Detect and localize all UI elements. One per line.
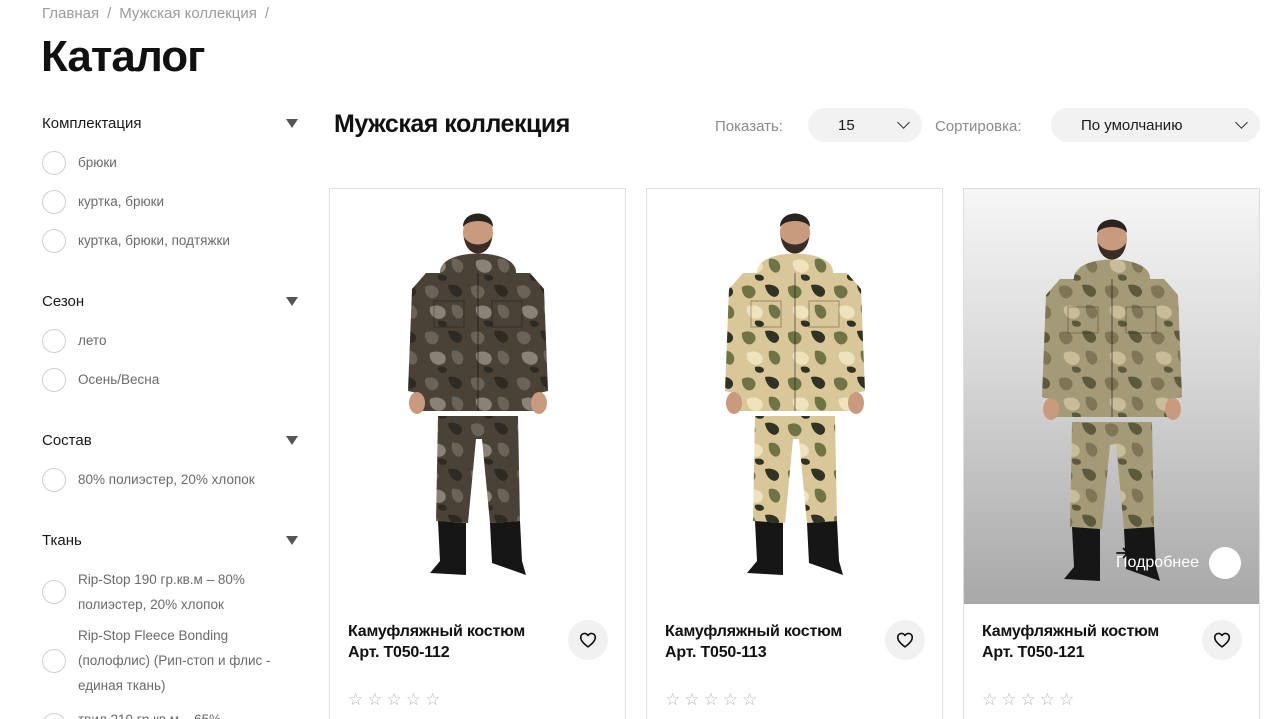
product-image[interactable]: Подробнее (964, 189, 1259, 604)
filter-option-label: брюки (78, 155, 117, 170)
rating-star-icon[interactable]: ☆ (387, 690, 402, 710)
rating-star-icon[interactable]: ☆ (1059, 690, 1074, 710)
chevron-down-icon (897, 116, 910, 129)
heart-icon (579, 632, 597, 648)
favorite-button[interactable] (885, 620, 925, 660)
rating-star-icon[interactable]: ☆ (1040, 690, 1055, 710)
radio-button[interactable] (42, 713, 66, 719)
rating-star-icon[interactable]: ☆ (348, 690, 363, 710)
filter-title: Ткань (42, 531, 82, 549)
caret-down-icon (286, 118, 298, 128)
heart-icon (1213, 632, 1231, 648)
sort-select[interactable]: По умолчанию (1051, 108, 1260, 142)
filter-option[interactable]: Осень/Весна (42, 367, 159, 392)
sort-value: По умолчанию (1081, 116, 1183, 134)
filter-option-label: куртка, брюки, подтяжки (78, 233, 230, 248)
filter-option-label: Rip-Stop 190 гр.кв.м – 80% полиэстер, 20… (78, 572, 245, 612)
rating-stars: ☆ ☆ ☆ ☆ ☆ (665, 690, 757, 710)
breadcrumb-home-link[interactable]: Главная (42, 5, 99, 22)
filter-option-label: твил 210 гр.кв.м – 65% (78, 707, 257, 719)
product-name[interactable]: Камуфляжный костюм Арт. Т050-121 (982, 621, 1192, 663)
radio-button[interactable] (42, 328, 66, 353)
breadcrumb-section-link[interactable]: Мужская коллекция (119, 5, 257, 22)
rating-stars: ☆ ☆ ☆ ☆ ☆ (982, 690, 1074, 710)
radio-button[interactable] (42, 189, 66, 214)
caret-down-icon (286, 435, 298, 445)
breadcrumb-separator: / (107, 5, 112, 22)
radio-button[interactable] (42, 648, 66, 673)
rating-star-icon[interactable]: ☆ (1021, 690, 1036, 710)
radio-button[interactable] (42, 580, 66, 604)
product-card[interactable]: Камуфляжный костюм Арт. Т050-112 ☆ ☆ ☆ ☆ ☆ (329, 188, 626, 719)
rating-star-icon[interactable]: ☆ (367, 690, 382, 710)
filter-option[interactable]: твил 210 гр.кв.м – 65% (42, 707, 257, 719)
rating-star-icon[interactable]: ☆ (982, 690, 997, 710)
breadcrumb: Главная / Мужская коллекция / (42, 5, 269, 22)
filter-option[interactable]: Rip-Stop Fleece Bonding (полофлис) (Рип-… (42, 623, 272, 698)
product-image[interactable] (647, 189, 942, 604)
rating-star-icon[interactable]: ☆ (1001, 690, 1016, 710)
radio-button[interactable] (42, 367, 66, 392)
filter-option-label: Rip-Stop Fleece Bonding (полофлис) (Рип-… (78, 628, 271, 693)
rating-star-icon[interactable]: ☆ (684, 690, 699, 710)
filter-group-fabric: Ткань Rip-Stop 190 гр.кв.м – 80% полиэст… (42, 525, 302, 719)
rating-star-icon[interactable]: ☆ (742, 690, 757, 710)
product-name[interactable]: Камуфляжный костюм Арт. Т050-113 (665, 621, 875, 663)
heart-icon (896, 632, 914, 648)
filter-option[interactable]: куртка, брюки (42, 189, 164, 214)
filter-header-composition[interactable]: Состав (42, 425, 302, 455)
show-count-select[interactable]: 15 (808, 108, 922, 142)
filter-option-label: 80% полиэстер, 20% хлопок (78, 472, 255, 487)
sort-label: Сортировка: (935, 118, 1022, 135)
filter-group-composition: Состав 80% полиэстер, 20% хлопок (42, 425, 302, 492)
chevron-down-icon (1235, 116, 1248, 129)
show-count-value: 15 (838, 116, 855, 134)
filter-option-label: лето (78, 333, 107, 348)
filter-header-fabric[interactable]: Ткань (42, 525, 302, 555)
rating-star-icon[interactable]: ☆ (406, 690, 421, 710)
caret-down-icon (286, 296, 298, 306)
rating-star-icon[interactable]: ☆ (723, 690, 738, 710)
filter-group-season: Сезон лето Осень/Весна (42, 286, 302, 392)
filter-header-season[interactable]: Сезон (42, 286, 302, 316)
favorite-button[interactable] (1202, 620, 1242, 660)
filter-title: Комплектация (42, 114, 142, 132)
radio-button[interactable] (42, 228, 66, 253)
filter-title: Состав (42, 431, 92, 449)
filter-group-kit: Комплектация брюки куртка, брюки куртка,… (42, 108, 302, 253)
filter-option[interactable]: брюки (42, 150, 117, 175)
product-photo (725, 213, 865, 575)
radio-button[interactable] (42, 467, 66, 492)
breadcrumb-separator: / (264, 5, 270, 22)
filter-option-label: куртка, брюки (78, 194, 165, 209)
rating-star-icon[interactable]: ☆ (425, 690, 440, 710)
details-link[interactable]: Подробнее (1116, 547, 1241, 579)
product-image[interactable] (330, 189, 625, 604)
filter-option[interactable]: куртка, брюки, подтяжки (42, 228, 230, 253)
filter-header-kit[interactable]: Комплектация (42, 108, 302, 138)
product-card[interactable]: Камуфляжный костюм Арт. Т050-113 ☆ ☆ ☆ ☆ ☆ (646, 188, 943, 719)
page-title: Каталог (41, 32, 205, 81)
product-photo (1042, 219, 1182, 581)
product-name[interactable]: Камуфляжный костюм Арт. Т050-112 (348, 621, 558, 663)
filter-title: Сезон (42, 292, 85, 310)
filter-option[interactable]: Rip-Stop 190 гр.кв.м – 80% полиэстер, 20… (42, 567, 257, 617)
product-card[interactable]: Подробнее Камуфляжный костюм Арт. Т050-1… (963, 188, 1260, 719)
favorite-button[interactable] (568, 620, 608, 660)
rating-stars: ☆ ☆ ☆ ☆ ☆ (348, 690, 440, 710)
radio-button[interactable] (42, 150, 66, 175)
filter-option[interactable]: 80% полиэстер, 20% хлопок (42, 467, 255, 492)
filter-option[interactable]: лето (42, 328, 106, 353)
show-count-label: Показать: (715, 118, 783, 135)
arrow-right-icon[interactable] (1116, 547, 1241, 579)
collection-title: Мужская коллекция (334, 110, 570, 138)
filter-option-label: Осень/Весна (78, 372, 160, 387)
rating-star-icon[interactable]: ☆ (665, 690, 680, 710)
product-photo (408, 213, 548, 575)
caret-down-icon (286, 535, 298, 545)
rating-star-icon[interactable]: ☆ (704, 690, 719, 710)
